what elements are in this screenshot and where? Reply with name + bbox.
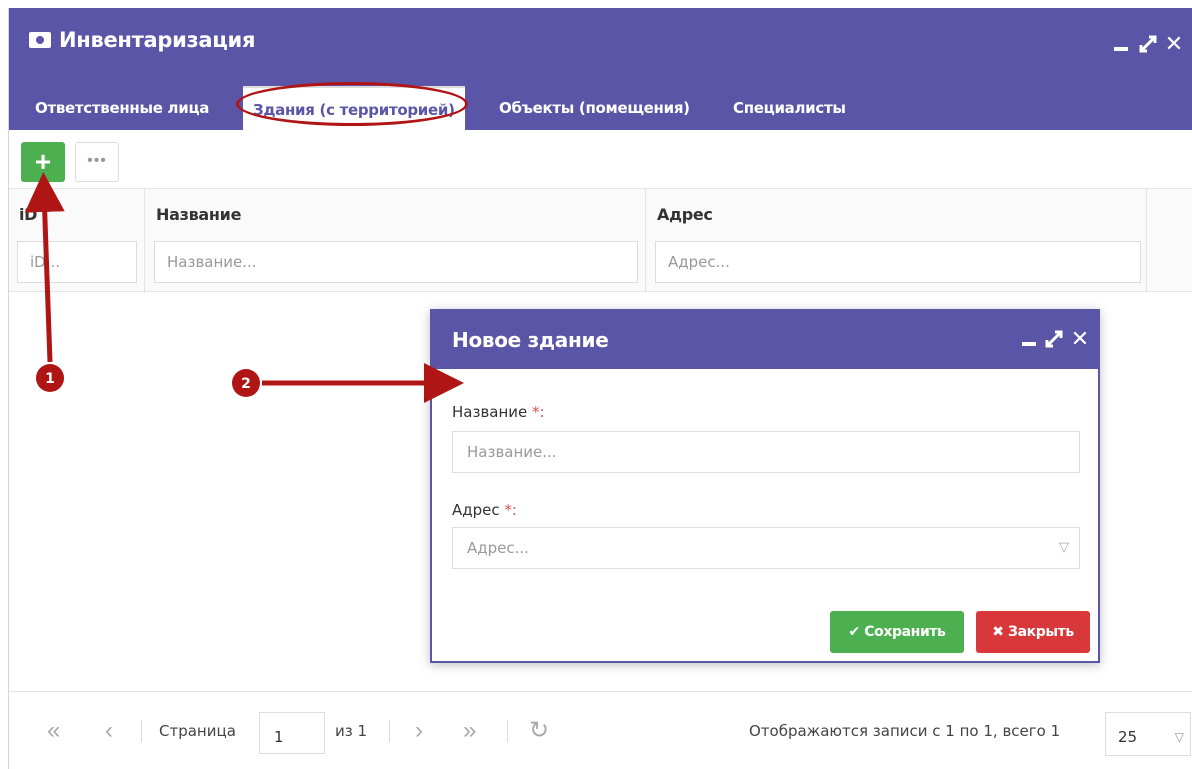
dialog-titlebar: Новое здание ✕ [432,311,1098,369]
maximize-icon[interactable] [1044,329,1064,349]
tab-specialists[interactable]: Специалисты [723,86,856,130]
pager: « ‹ Страница 1 из 1 › » ↻ Отображаются з… [9,691,1192,769]
page-size-value: 25 [1118,728,1138,746]
address-label-text: Адрес [452,501,500,519]
toolbar: + ••• [9,130,1192,188]
column-id: iD iD... [9,189,145,293]
column-name: Название Название... [146,189,646,293]
required-marker: *: [504,501,517,519]
required-marker: *: [532,403,545,421]
app-icon [29,32,51,48]
add-button[interactable]: + [21,142,65,182]
records-info: Отображаются записи с 1 по 1, всего 1 [749,722,1061,740]
page-size-select[interactable]: 25 ▽ [1105,712,1191,756]
page-count-label: из 1 [335,722,368,740]
close-icon[interactable]: ✕ [1070,328,1090,350]
last-page-icon[interactable]: » [463,716,476,746]
tab-objects[interactable]: Объекты (помещения) [489,86,700,130]
name-input[interactable]: Название... [452,431,1080,473]
close-button[interactable]: ✖ Закрыть [976,611,1090,653]
name-field-label: Название *: [452,403,545,421]
address-placeholder: Адрес... [467,539,529,557]
prev-page-icon[interactable]: ‹ [105,716,113,746]
refresh-icon[interactable]: ↻ [529,716,549,746]
chevron-down-icon: ▽ [1174,730,1184,744]
dialog-title: Новое здание [452,328,609,352]
new-building-dialog: Новое здание ✕ Название *: Название... А… [430,309,1100,663]
pager-divider [507,720,508,742]
close-icon[interactable]: ✕ [1164,33,1184,55]
window-title: Инвентаризация [59,28,256,52]
page-number-input[interactable]: 1 [259,712,325,754]
chevron-down-icon: ▽ [1059,540,1069,555]
grid-header: iD iD... Название Название... Адрес Адре… [9,188,1192,293]
column-title-id[interactable]: iD [19,205,37,224]
page-label: Страница [159,722,236,740]
address-select[interactable]: Адрес... ▽ [452,527,1080,569]
more-button[interactable]: ••• [75,142,119,182]
window-titlebar: Инвентаризация ✕ [9,8,1192,80]
save-button[interactable]: ✔ Сохранить [830,611,964,653]
filter-name-input[interactable]: Название... [154,241,638,283]
minimize-icon[interactable] [1112,34,1132,54]
column-address: Адрес Адрес... [647,189,1147,293]
filter-address-input[interactable]: Адрес... [655,241,1141,283]
column-title-address[interactable]: Адрес [657,205,713,224]
next-page-icon[interactable]: › [415,716,423,746]
name-label-text: Название [452,403,528,421]
pager-divider [389,720,390,742]
tab-responsible-persons[interactable]: Ответственные лица [25,86,219,130]
pager-divider [141,720,142,742]
column-title-name[interactable]: Название [156,205,241,224]
filter-id-input[interactable]: iD... [17,241,137,283]
maximize-icon[interactable] [1138,34,1158,54]
first-page-icon[interactable]: « [47,716,60,746]
address-field-label: Адрес *: [452,501,517,519]
tab-bar: Ответственные лица Здания (с территорией… [9,80,1192,130]
tab-buildings[interactable]: Здания (с территорией) [243,86,465,130]
minimize-icon[interactable] [1020,329,1040,349]
